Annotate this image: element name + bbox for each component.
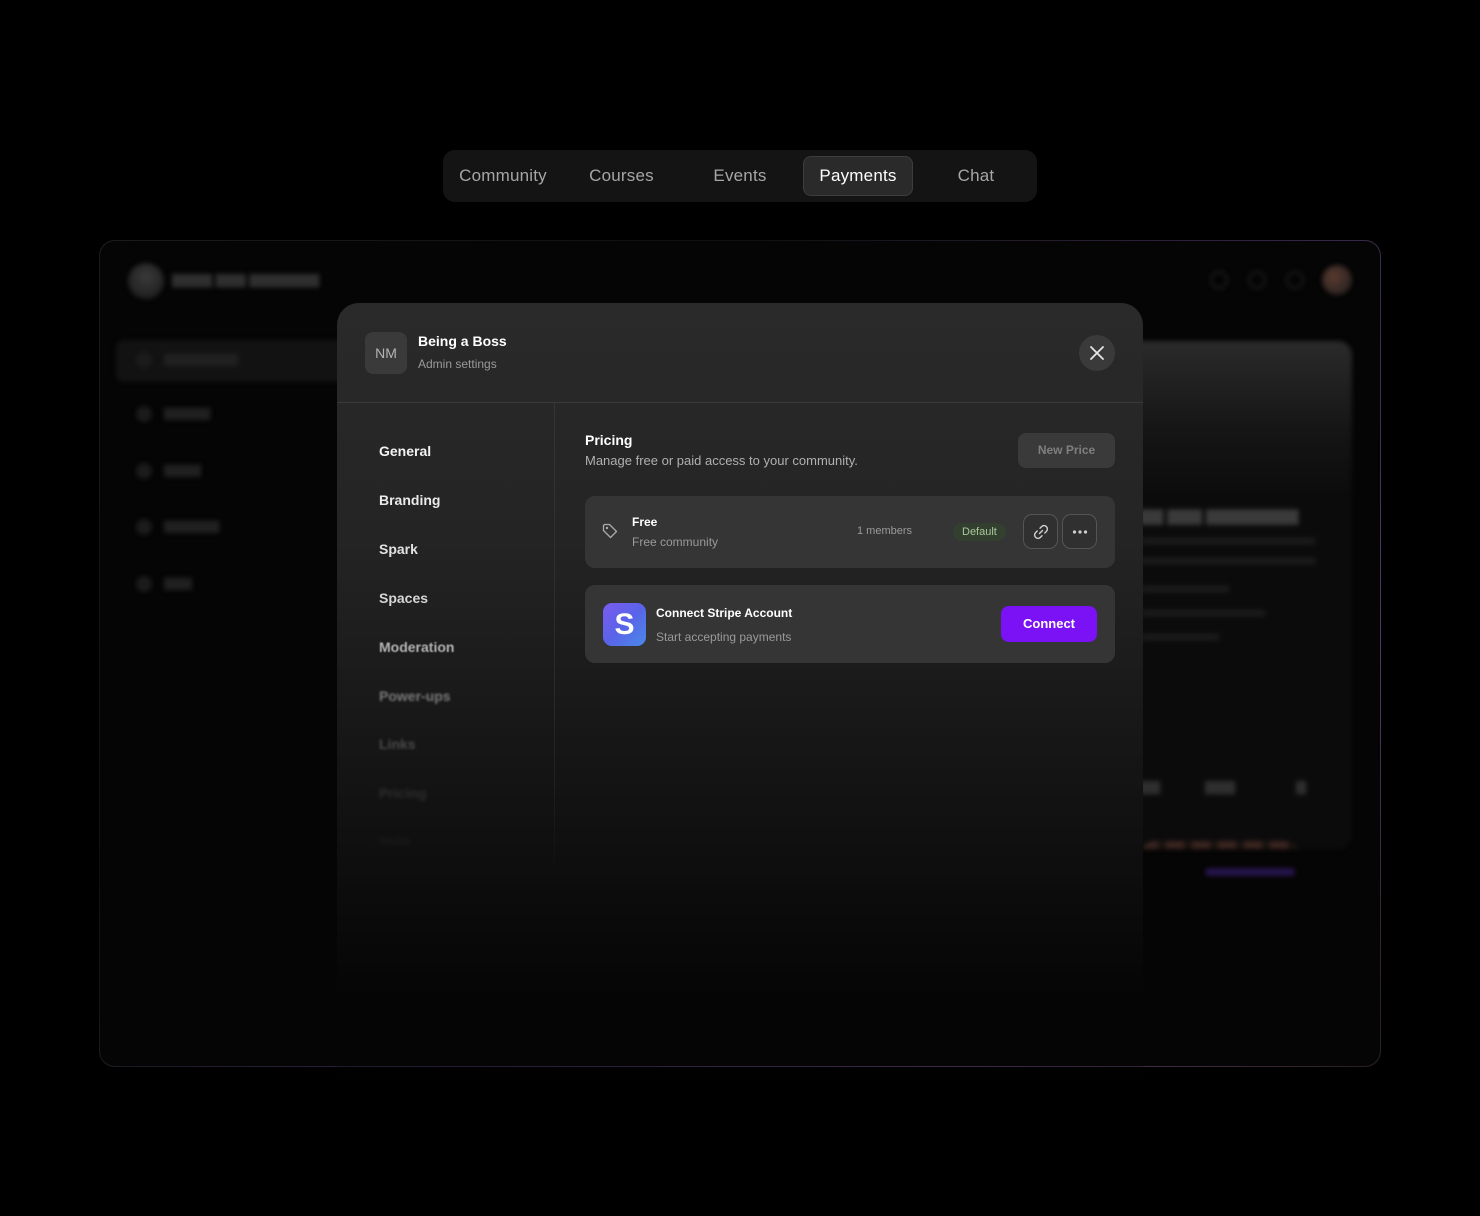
copy-link-button[interactable] bbox=[1023, 514, 1058, 549]
stripe-logo: S bbox=[603, 603, 646, 646]
nav-item-general[interactable]: General bbox=[379, 443, 431, 459]
community-avatar: NM bbox=[365, 332, 407, 374]
chevron-down-icon: ⌄ bbox=[310, 271, 321, 285]
tab-courses[interactable]: Courses bbox=[568, 156, 675, 196]
header-divider bbox=[337, 402, 1143, 403]
tab-community[interactable]: Community bbox=[448, 156, 558, 196]
card-stat: ▇ bbox=[1296, 779, 1306, 794]
nav-item-moderation[interactable]: Moderation bbox=[379, 639, 454, 655]
sidebar-item: ▇▇▇▇▇▇▇▇ bbox=[136, 352, 238, 372]
card-text-line bbox=[1140, 537, 1316, 545]
user-avatar bbox=[1322, 265, 1352, 295]
community-card-title: ▇▇ ▇▇▇ ▇▇▇▇▇▇▇▇ bbox=[1140, 508, 1299, 525]
tag-icon bbox=[602, 523, 618, 539]
sidebar-item: ▇▇▇▇▇ bbox=[136, 406, 210, 426]
modal-subtitle: Admin settings bbox=[418, 357, 497, 371]
price-description: Free community bbox=[632, 535, 719, 549]
community-logo bbox=[128, 263, 164, 299]
stripe-description: Start accepting payments bbox=[656, 630, 792, 644]
member-count: 1 members bbox=[857, 525, 913, 537]
community-name-blurred: ▇▇▇▇ ▇▇▇ ▇▇▇▇▇▇▇ bbox=[172, 272, 320, 287]
top-tab-bar: Community Courses Events Payments Chat bbox=[443, 150, 1037, 202]
member-avatars bbox=[1140, 841, 1300, 849]
more-icon bbox=[1072, 530, 1088, 534]
card-text-line bbox=[1140, 585, 1230, 593]
modal-title: Being a Boss bbox=[418, 333, 507, 349]
connect-button[interactable]: Connect bbox=[1001, 606, 1097, 642]
admin-settings-modal: NM Being a Boss Admin settings General B… bbox=[337, 303, 1143, 1093]
more-options-button[interactable] bbox=[1062, 514, 1097, 549]
card-text-line bbox=[1140, 557, 1316, 565]
nav-item-branding[interactable]: Branding bbox=[379, 492, 440, 508]
nav-item-power-ups[interactable]: Power-ups bbox=[379, 688, 451, 704]
price-name: Free bbox=[632, 515, 658, 529]
sidebar-item: ▇▇▇ bbox=[136, 576, 192, 596]
card-stat: ▇▇ bbox=[1140, 779, 1160, 794]
card-text-line bbox=[1140, 609, 1266, 617]
nav-item-spark[interactable]: Spark bbox=[379, 541, 418, 557]
chat-icon bbox=[1248, 271, 1266, 289]
sidebar-divider bbox=[554, 403, 555, 883]
search-icon bbox=[1210, 271, 1228, 289]
link-icon bbox=[1033, 524, 1049, 540]
stripe-connect-row: S Connect Stripe Account Start accepting… bbox=[585, 585, 1115, 663]
nav-item-pricing[interactable]: Pricing bbox=[379, 785, 426, 801]
default-badge: Default bbox=[953, 523, 1006, 541]
stripe-title: Connect Stripe Account bbox=[656, 606, 793, 620]
tab-chat[interactable]: Chat bbox=[921, 156, 1031, 196]
bell-icon bbox=[1286, 271, 1304, 289]
section-title: Pricing bbox=[585, 432, 633, 448]
footer-link bbox=[1205, 868, 1295, 876]
card-stat: ▇▇▇ bbox=[1205, 779, 1235, 794]
sidebar-item: ▇▇▇▇▇▇ bbox=[136, 519, 219, 539]
nav-item-spaces[interactable]: Spaces bbox=[379, 590, 428, 606]
close-button[interactable] bbox=[1079, 335, 1115, 371]
nav-item-links[interactable]: Links bbox=[379, 736, 416, 752]
sidebar-item: ▇▇▇▇ bbox=[136, 463, 201, 483]
tab-events[interactable]: Events bbox=[685, 156, 795, 196]
section-description: Manage free or paid access to your commu… bbox=[585, 453, 858, 468]
card-text-line bbox=[1140, 633, 1220, 641]
tab-payments[interactable]: Payments bbox=[803, 156, 913, 196]
nav-item-invite[interactable]: Invite bbox=[379, 834, 410, 848]
new-price-button[interactable]: New Price bbox=[1018, 433, 1115, 468]
close-icon bbox=[1090, 346, 1104, 360]
price-row: Free Free community 1 members Default bbox=[585, 496, 1115, 568]
